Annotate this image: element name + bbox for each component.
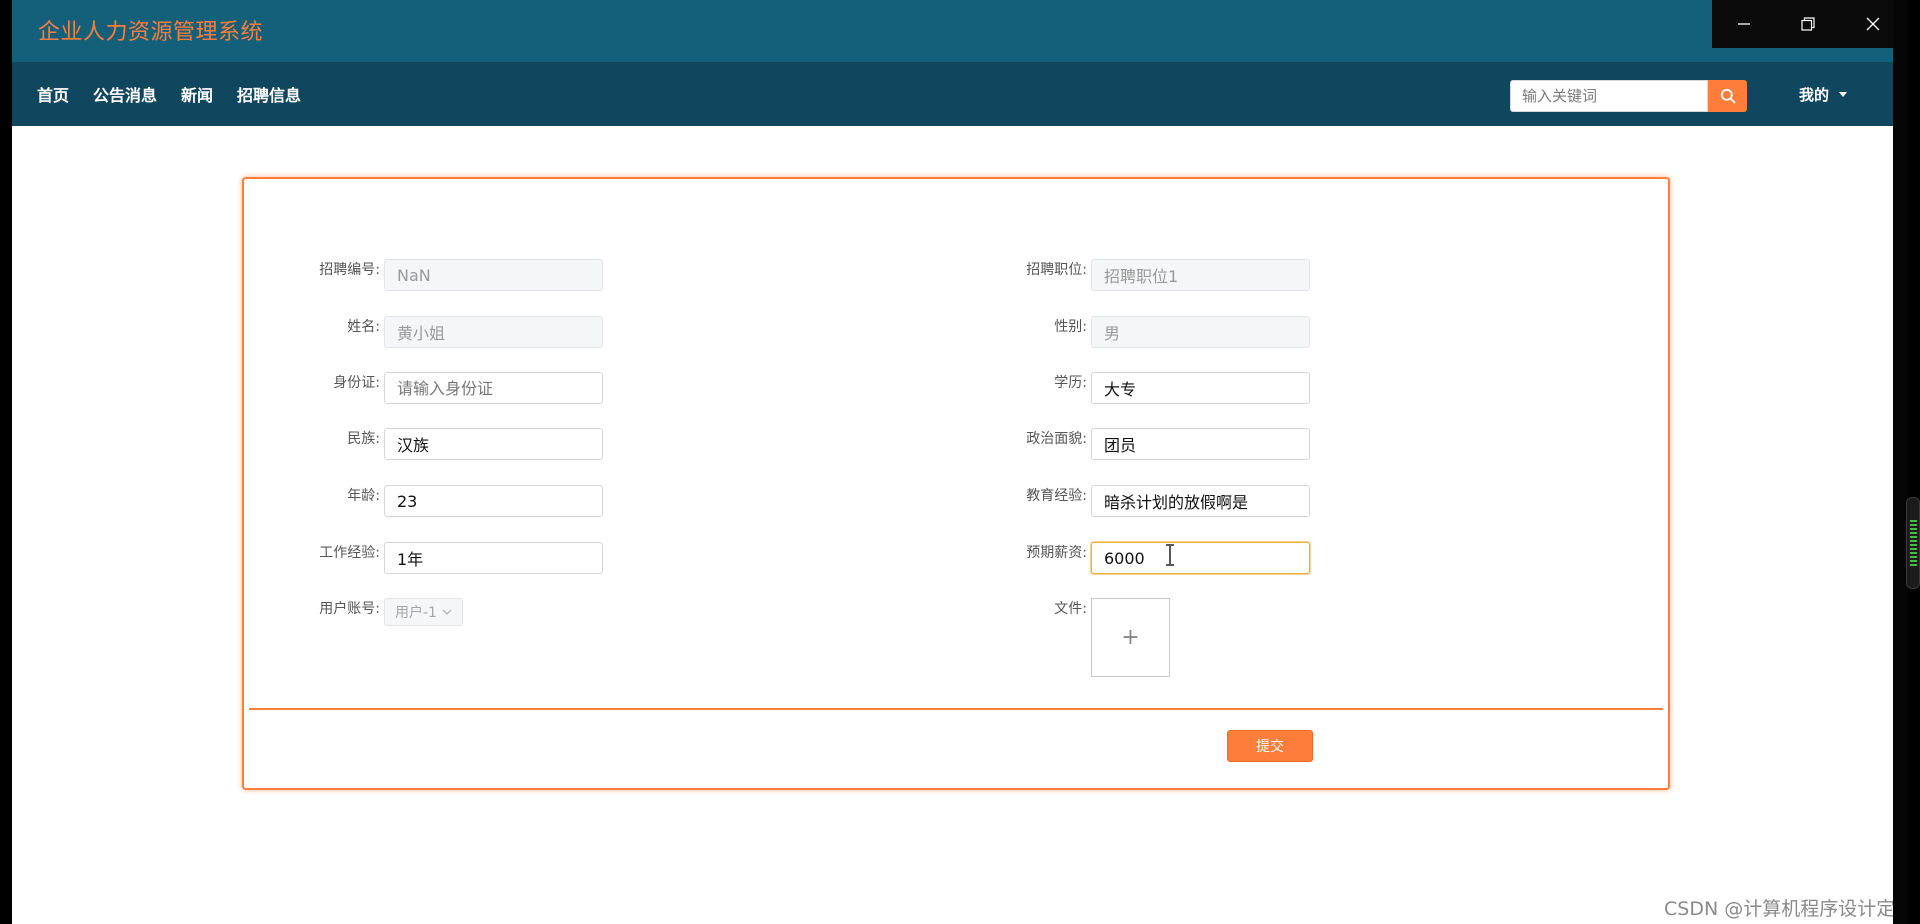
field-label-ethnicity: 民族:	[347, 431, 380, 447]
name-input[interactable]	[384, 316, 603, 348]
title-bar: 企业人力资源管理系统	[12, 0, 1905, 62]
search-input[interactable]	[1510, 80, 1708, 112]
scrollbar-thumb[interactable]	[1906, 497, 1920, 589]
expected-salary-input[interactable]	[1091, 542, 1310, 574]
field-label-gender: 性别:	[1054, 319, 1087, 335]
chevron-down-icon	[442, 609, 452, 615]
nav-news[interactable]: 新闻	[181, 82, 213, 106]
gender-input[interactable]	[1091, 316, 1310, 348]
caret-down-icon	[1839, 91, 1848, 97]
file-upload-button[interactable]: +	[1091, 598, 1170, 677]
field-label-id-card: 身份证:	[333, 375, 380, 391]
field-label-political-status: 政治面貌:	[1026, 431, 1087, 447]
nav-recruitment[interactable]: 招聘信息	[237, 82, 301, 106]
app-title: 企业人力资源管理系统	[38, 20, 264, 45]
scrollbar-track	[1893, 0, 1908, 924]
education-experience-input[interactable]	[1091, 485, 1310, 517]
age-input[interactable]	[384, 485, 603, 517]
text-cursor-icon	[1166, 544, 1174, 566]
search-icon	[1720, 88, 1735, 104]
nav-links: 首页 公告消息 新闻 招聘信息	[37, 62, 301, 126]
nav-bar: 首页 公告消息 新闻 招聘信息 我的	[12, 62, 1905, 126]
user-account-value: 用户-1	[395, 605, 437, 621]
education-input[interactable]	[1091, 372, 1310, 404]
plus-icon: +	[1121, 625, 1140, 650]
search-bar	[1510, 80, 1747, 112]
ethnicity-input[interactable]	[384, 428, 603, 460]
field-label-user-account: 用户账号:	[319, 601, 380, 617]
nav-home[interactable]: 首页	[37, 82, 69, 106]
field-label-age: 年龄:	[347, 488, 380, 504]
id-card-input[interactable]	[384, 372, 603, 404]
submit-button[interactable]: 提交	[1227, 730, 1313, 762]
field-label-education-experience: 教育经验:	[1026, 488, 1087, 504]
field-label-recruit-no: 招聘编号:	[319, 262, 380, 278]
search-button[interactable]	[1708, 80, 1747, 112]
minimize-button[interactable]	[1712, 0, 1776, 48]
user-account-select[interactable]: 用户-1	[384, 598, 463, 626]
field-label-file: 文件:	[1054, 601, 1087, 617]
close-icon	[1866, 17, 1880, 31]
work-experience-input[interactable]	[384, 542, 603, 574]
minimize-icon	[1738, 23, 1751, 25]
field-label-work-experience: 工作经验:	[319, 545, 380, 561]
restore-icon	[1801, 17, 1816, 31]
restore-button[interactable]	[1776, 0, 1840, 48]
application-form-card: 招聘编号: 姓名: 身份证: 民族: 年龄: 工作经验: 用户账号: 用户-1 …	[242, 177, 1670, 790]
field-label-position: 招聘职位:	[1026, 262, 1087, 278]
nav-announcements[interactable]: 公告消息	[93, 82, 157, 106]
recruit-no-input[interactable]	[384, 259, 603, 291]
field-label-expected-salary: 预期薪资:	[1026, 545, 1087, 561]
user-menu[interactable]: 我的	[1799, 62, 1848, 126]
field-label-education: 学历:	[1054, 375, 1087, 391]
form-divider	[249, 708, 1663, 710]
field-label-name: 姓名:	[347, 319, 380, 335]
app-window: 企业人力资源管理系统 首页 公告消息 新闻 招聘信息 我的 招聘编号:	[12, 0, 1905, 924]
watermark: CSDN @计算机程序设计定制	[1664, 898, 1905, 920]
window-controls	[1712, 0, 1905, 48]
user-menu-label: 我的	[1799, 85, 1830, 104]
scroll-grip-icon	[1910, 520, 1917, 568]
position-input[interactable]	[1091, 259, 1310, 291]
political-status-input[interactable]	[1091, 428, 1310, 460]
